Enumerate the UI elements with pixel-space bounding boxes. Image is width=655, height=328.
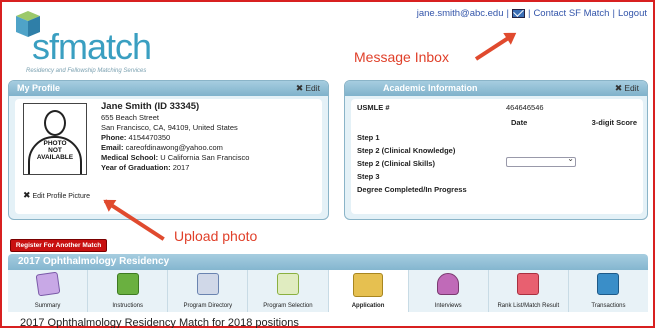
message-inbox-arrow <box>474 35 511 61</box>
user-email-link[interactable]: jane.smith@abc.edu <box>417 8 504 19</box>
profile-phone: Phone: 4154470350 <box>101 133 171 142</box>
tab-interviews[interactable]: Interviews <box>409 270 489 312</box>
step2ck-label: Step 2 (Clinical Knowledge) <box>357 146 456 155</box>
tab-application[interactable]: Application <box>328 270 409 312</box>
top-links: jane.smith@abc.edu | | Contact SF Match … <box>417 8 647 19</box>
edit-profile-picture-link[interactable]: ✖ Edit Profile Picture <box>23 190 90 201</box>
avatar-head-icon <box>44 110 66 136</box>
program-selection-icon <box>276 273 299 295</box>
sfmatch-logo[interactable]: sfmatch Residency and Fellowship Matchin… <box>12 10 182 74</box>
score-column-header: 3-digit Score <box>591 118 637 127</box>
my-profile-panel: My Profile ✖ Edit PHOTO NOT AVAILABLE Jane … <box>8 80 329 220</box>
rank-list-icon <box>517 273 540 295</box>
summary-icon <box>35 271 60 297</box>
message-inbox-icon[interactable] <box>511 9 525 18</box>
step1-label: Step 1 <box>357 133 380 142</box>
panel-title: Academic Information <box>383 83 478 93</box>
instructions-icon <box>116 273 139 295</box>
separator: | <box>612 8 615 19</box>
profile-name: Jane Smith (ID 33345) <box>101 101 200 112</box>
panel-title: My Profile <box>17 83 61 93</box>
academic-edit-button[interactable]: ✖ Edit <box>615 83 639 94</box>
navigation-tabs: Summary Instructions Program Directory P… <box>8 270 648 312</box>
tab-instructions[interactable]: Instructions <box>88 270 169 312</box>
step2cs-select[interactable] <box>506 154 576 167</box>
profile-street: 655 Beach Street <box>101 113 159 122</box>
tab-transactions[interactable]: Transactions <box>569 270 648 312</box>
step2cs-label: Step 2 (Clinical Skills) <box>357 159 435 168</box>
residency-bar: 2017 Ophthalmology Residency <box>8 254 648 270</box>
degree-label: Degree Completed/In Progress <box>357 185 467 194</box>
step3-label: Step 3 <box>357 172 380 181</box>
profile-grad: Year of Graduation: 2017 <box>101 163 190 172</box>
separator: | <box>506 8 509 19</box>
logo-tagline: Residency and Fellowship Matching Servic… <box>26 68 147 74</box>
profile-info: Jane Smith (ID 33345) 655 Beach Street S… <box>101 101 249 173</box>
program-directory-icon <box>196 273 219 295</box>
logout-link[interactable]: Logout <box>618 8 647 19</box>
logo-text: sfmatch <box>32 26 152 67</box>
interviews-icon <box>437 273 460 295</box>
tab-summary[interactable]: Summary <box>8 270 89 312</box>
folder-icon <box>353 273 384 297</box>
panel-header: Academic Information ✖ Edit <box>345 81 647 96</box>
wrench-icon: ✖ <box>614 83 623 93</box>
tab-program-directory[interactable]: Program Directory <box>168 270 249 312</box>
section-title: 2017 Ophthalmology Residency Match for 2… <box>20 317 299 328</box>
usmle-label: USMLE # <box>357 103 390 112</box>
wrench-icon: ✖ <box>295 83 304 93</box>
panel-header: My Profile ✖ Edit <box>9 81 328 96</box>
profile-photo[interactable]: PHOTO NOT AVAILABLE <box>23 103 87 175</box>
profile-edit-button[interactable]: ✖ Edit <box>296 83 320 94</box>
contact-link[interactable]: Contact SF Match <box>533 8 609 19</box>
profile-email: Email: careofdinawong@yahoo.com <box>101 143 223 152</box>
message-inbox-annotation: Message Inbox <box>354 49 449 65</box>
profile-school: Medical School: U California San Francis… <box>101 153 250 162</box>
transactions-icon <box>597 273 620 295</box>
separator: | <box>527 8 531 19</box>
profile-city: San Francisco, CA, 94109, United States <box>101 123 238 132</box>
academic-body: USMLE # 464646546 Date 3-digit Score Ste… <box>351 99 643 214</box>
usmle-value: 464646546 <box>506 103 544 112</box>
register-another-match-button[interactable]: Register For Another Match <box>10 239 107 252</box>
tab-rank-list[interactable]: Rank List/Match Result <box>489 270 569 312</box>
profile-body: PHOTO NOT AVAILABLE Jane Smith (ID 33345) … <box>15 99 322 214</box>
wrench-icon: ✖ <box>23 190 31 200</box>
date-column-header: Date <box>511 118 528 127</box>
academic-information-panel: Academic Information ✖ Edit USMLE # 46464… <box>344 80 648 220</box>
photo-not-available-text: PHOTO NOT AVAILABLE <box>36 140 74 161</box>
upload-photo-annotation: Upload photo <box>174 228 258 244</box>
tab-program-selection[interactable]: Program Selection <box>248 270 329 312</box>
